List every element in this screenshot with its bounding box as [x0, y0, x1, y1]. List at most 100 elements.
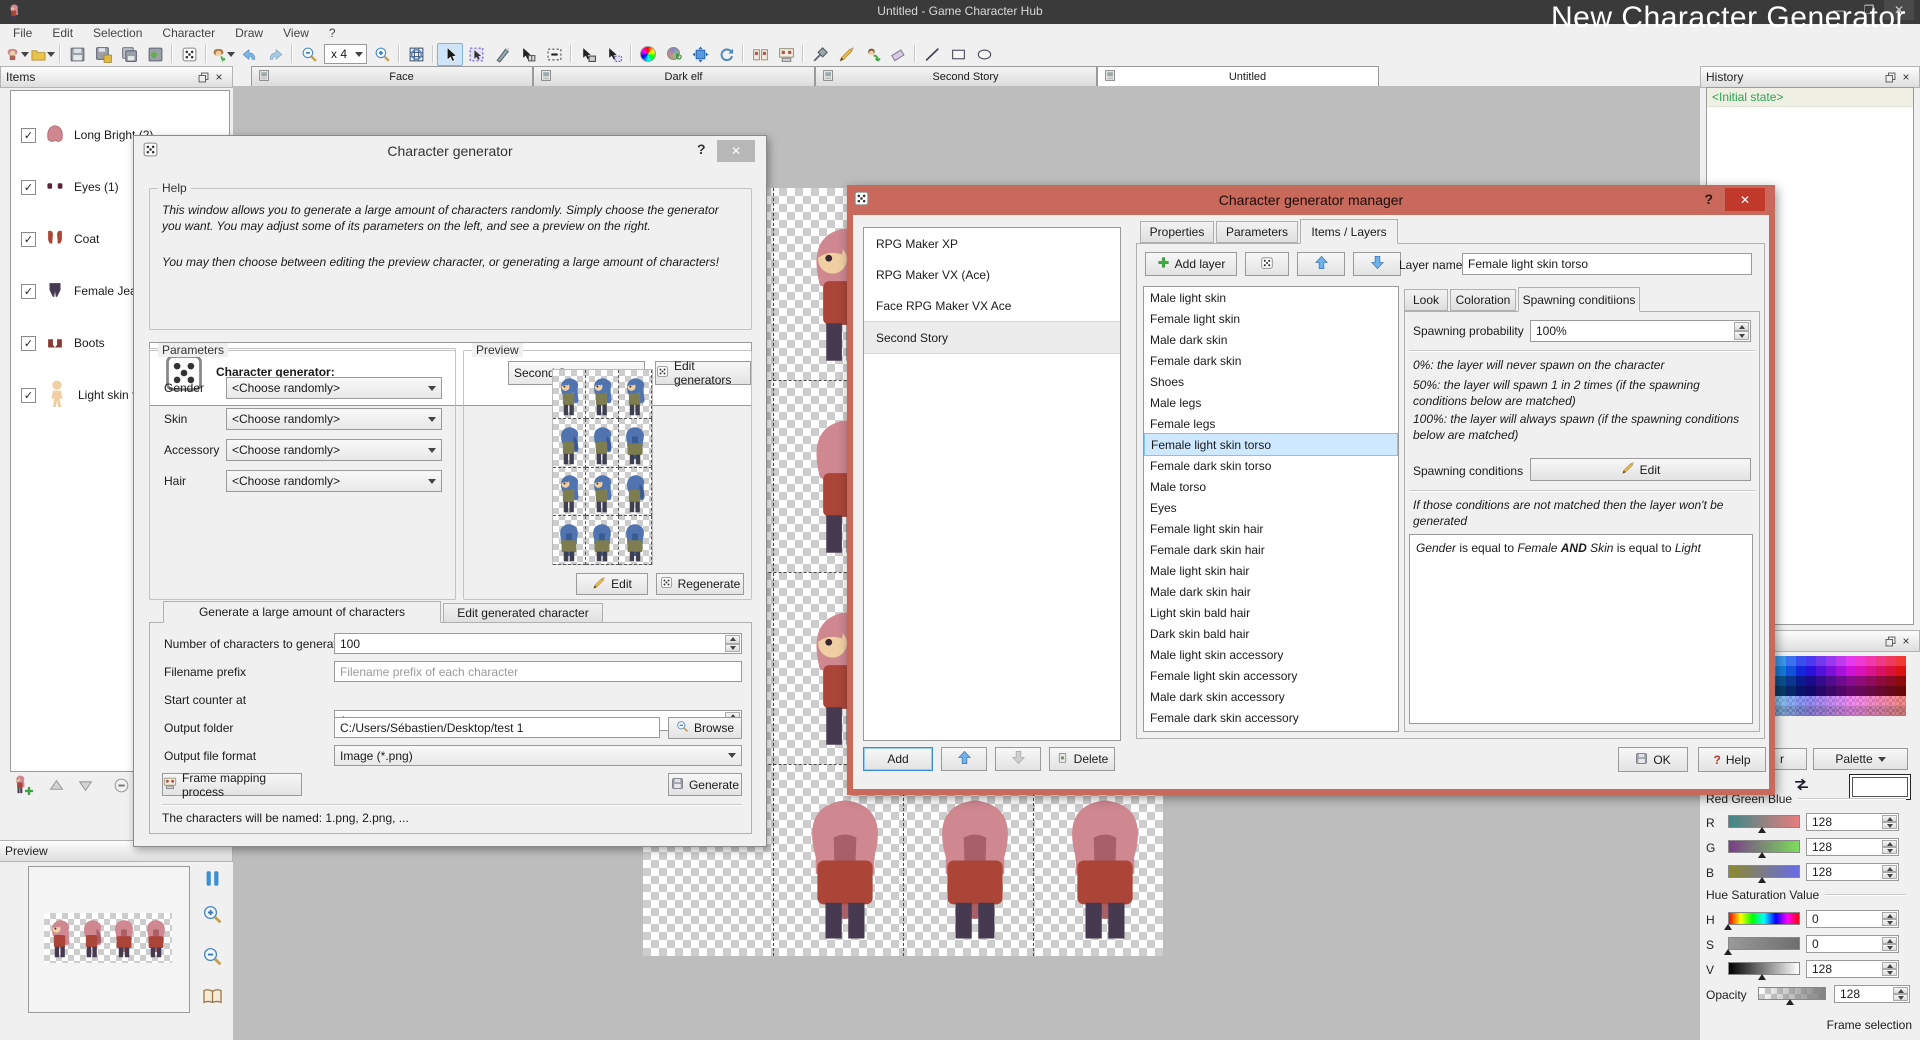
generate-button[interactable]: Generate [668, 773, 742, 796]
checkbox[interactable]: ✓ [21, 336, 36, 351]
menu-edit[interactable]: Edit [43, 25, 82, 41]
palette-swatch[interactable] [1846, 706, 1856, 716]
tab-generate-large-amount[interactable]: Generate a large amount of characters [163, 601, 441, 623]
layer-item[interactable]: Female light skin accessory [1144, 665, 1398, 686]
palette-swatch[interactable] [1836, 706, 1846, 716]
palette-swatch[interactable] [1776, 676, 1786, 686]
palette-swatch[interactable] [1856, 666, 1866, 676]
item-row[interactable]: ✓Female Jeans [21, 271, 149, 311]
select-frame-button[interactable] [463, 43, 489, 66]
r-value[interactable]: 128 [1806, 813, 1899, 831]
dice-button[interactable] [176, 43, 202, 66]
export-button[interactable] [142, 43, 168, 66]
palette-swatch[interactable] [1866, 666, 1876, 676]
palette-swatch[interactable] [1806, 656, 1816, 666]
open-button[interactable] [30, 43, 56, 66]
b-value[interactable]: 128 [1806, 863, 1899, 881]
palette-swatch[interactable] [1786, 676, 1796, 686]
help-button[interactable]: ? [1704, 191, 1713, 207]
palette-swatch[interactable] [1896, 676, 1906, 686]
subtab-look[interactable]: Look [1404, 289, 1448, 311]
layer-item[interactable]: Female legs [1144, 413, 1398, 434]
rotate-button[interactable] [713, 43, 739, 66]
palette-swatch[interactable] [1816, 706, 1826, 716]
tab-items-layers[interactable]: Items / Layers [1300, 219, 1398, 244]
color-replace-button[interactable]: ↻ [661, 43, 687, 66]
layer-item[interactable]: Female light skin hair [1144, 518, 1398, 539]
palette-swatch[interactable] [1866, 686, 1876, 696]
help-button[interactable]: ? [697, 141, 706, 157]
opacity-value[interactable]: 128 [1834, 985, 1910, 1003]
palette-swatch[interactable] [1866, 656, 1876, 666]
generator-item[interactable]: Face RPG Maker VX Ace [864, 290, 1120, 321]
palette-swatch[interactable] [1876, 686, 1886, 696]
s-value[interactable]: 0 [1806, 935, 1899, 953]
menu-file[interactable]: File [4, 25, 41, 41]
palette-swatch[interactable] [1896, 706, 1906, 716]
guide-book-button[interactable] [200, 984, 224, 1008]
recolor-button[interactable] [859, 43, 885, 66]
item-row[interactable]: ✓Boots [21, 323, 105, 363]
close-panel-icon[interactable]: × [1898, 634, 1914, 648]
palette-swatch[interactable] [1816, 656, 1826, 666]
palette-swatch[interactable] [1846, 676, 1856, 686]
palette-swatch[interactable] [1896, 666, 1906, 676]
add-resource-button[interactable] [210, 43, 236, 66]
palette-swatch[interactable] [1856, 696, 1866, 706]
move-item-up-button[interactable] [43, 774, 69, 796]
frames-split-button[interactable] [747, 43, 773, 66]
palette-swatch[interactable] [1846, 656, 1856, 666]
palette-swatch[interactable] [1886, 696, 1896, 706]
delete-generator-button[interactable]: Delete [1049, 747, 1115, 771]
move-frame-button[interactable] [575, 43, 601, 66]
palette-swatch[interactable] [1886, 666, 1896, 676]
checkbox[interactable]: ✓ [21, 284, 36, 299]
document-tab-untitled[interactable]: Untitled [1097, 66, 1379, 87]
tab-edit-generated[interactable]: Edit generated character [443, 603, 603, 623]
h-slider[interactable] [1728, 912, 1800, 925]
s-slider[interactable] [1728, 937, 1800, 950]
layer-item[interactable]: Shoes [1144, 371, 1398, 392]
redo-button[interactable] [262, 43, 288, 66]
move-frame-2-button[interactable] [601, 43, 627, 66]
folder-input[interactable]: C:/Users/Sébastien/Desktop/test 1 [334, 717, 660, 738]
palette-swatch[interactable] [1816, 666, 1826, 676]
save-copy-button[interactable] [116, 43, 142, 66]
layer-item[interactable]: Male light skin hair [1144, 560, 1398, 581]
palette-swatch[interactable] [1826, 686, 1836, 696]
palette-swatch[interactable] [1886, 676, 1896, 686]
move-item-down-button[interactable] [72, 774, 98, 796]
palette-swatch[interactable] [1786, 696, 1796, 706]
skin-select[interactable]: <Choose randomly> [226, 408, 442, 430]
edit-character-button[interactable]: Edit [576, 573, 648, 595]
ellipse-button[interactable] [971, 43, 997, 66]
add-generator-button[interactable]: Add [863, 747, 933, 771]
palette-swatch[interactable] [1876, 696, 1886, 706]
palette-swatch[interactable] [1786, 686, 1796, 696]
menu-draw[interactable]: Draw [226, 25, 272, 41]
tab-properties[interactable]: Properties [1140, 221, 1214, 243]
palette-swatch[interactable] [1896, 686, 1906, 696]
browse-button[interactable]: Browse [668, 717, 742, 739]
palette-swatch[interactable] [1796, 656, 1806, 666]
palette-swatch[interactable] [1876, 666, 1886, 676]
select-cell-button[interactable] [515, 43, 541, 66]
menu-view[interactable]: View [274, 25, 318, 41]
pencil-button[interactable] [833, 43, 859, 66]
layer-item[interactable]: Dark skin bald hair [1144, 623, 1398, 644]
float-panel-icon[interactable] [1882, 634, 1898, 648]
count-input[interactable]: 100 [334, 633, 742, 654]
palette-swatch[interactable] [1806, 676, 1816, 686]
generator-item[interactable]: RPG Maker VX (Ace) [864, 259, 1120, 290]
checkbox[interactable]: ✓ [21, 232, 36, 247]
document-tab-dark-elf[interactable]: Dark elf [533, 66, 815, 86]
palette-swatch[interactable] [1806, 706, 1816, 716]
dialog-titlebar[interactable]: Character generator ? ✕ [134, 136, 766, 166]
layer-item[interactable]: Male torso [1144, 476, 1398, 497]
history-entry[interactable]: <Initial state> [1707, 88, 1913, 107]
palette-swatch[interactable] [1776, 706, 1786, 716]
palette-swatch[interactable] [1796, 696, 1806, 706]
deselect-button[interactable] [541, 43, 567, 66]
palette-swatch[interactable] [1866, 676, 1876, 686]
edit-conditions-button[interactable]: Edit [1530, 458, 1751, 481]
